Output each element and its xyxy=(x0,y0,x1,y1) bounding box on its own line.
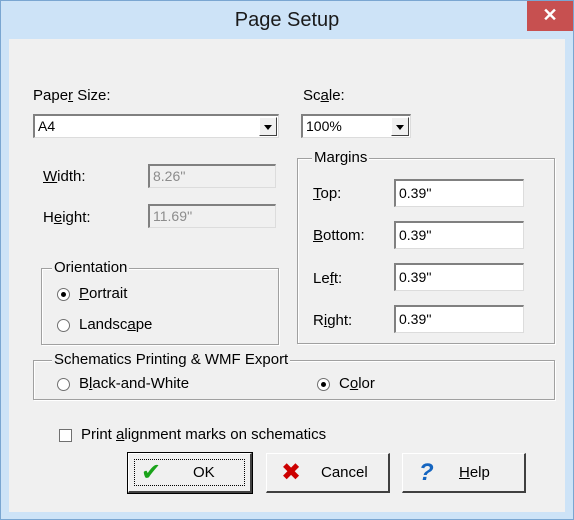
checkmark-icon: ✔ xyxy=(141,459,162,486)
help-button-label: Help xyxy=(459,464,490,481)
paper-size-value: A4 xyxy=(38,118,56,134)
title-bar[interactable]: Page Setup ✕ xyxy=(1,1,573,39)
margin-top-label: Top: xyxy=(313,185,342,202)
margin-right-field[interactable]: 0.39'' xyxy=(394,305,524,333)
chevron-down-icon[interactable] xyxy=(259,117,277,136)
chevron-down-icon[interactable] xyxy=(391,117,409,136)
black-and-white-radio[interactable] xyxy=(57,378,70,391)
dialog-title: Page Setup xyxy=(234,9,340,31)
margin-left-field[interactable]: 0.39'' xyxy=(394,263,524,291)
height-field[interactable]: 11.69'' xyxy=(148,204,276,228)
schematics-legend: Schematics Printing & WMF Export xyxy=(52,351,291,368)
close-button[interactable]: ✕ xyxy=(527,1,573,31)
page-setup-dialog: Page Setup ✕ Paper Size: A4 Scale: 100% … xyxy=(0,0,574,520)
margin-bottom-label: Bottom: xyxy=(313,227,365,244)
black-and-white-label[interactable]: Black-and-White xyxy=(79,375,189,392)
orientation-legend: Orientation xyxy=(52,259,130,276)
margins-legend: Margins xyxy=(312,149,370,166)
cancel-button-label: Cancel xyxy=(321,464,368,481)
landscape-label[interactable]: Landscape xyxy=(79,316,152,333)
alignment-marks-label[interactable]: Print alignment marks on schematics xyxy=(81,426,326,443)
cross-icon: ✖ xyxy=(281,459,302,486)
margin-bottom-field[interactable]: 0.39'' xyxy=(394,221,524,249)
cancel-button[interactable]: ✖ Cancel xyxy=(266,453,390,493)
orientation-group: Orientation xyxy=(41,259,279,345)
color-label[interactable]: Color xyxy=(339,375,375,392)
margin-left-label: Left: xyxy=(313,270,343,287)
width-label: Width: xyxy=(43,168,86,185)
alignment-marks-checkbox[interactable] xyxy=(59,429,72,442)
ok-button[interactable]: ✔ OK xyxy=(127,452,253,494)
dialog-body: Paper Size: A4 Scale: 100% Width: 8.26''… xyxy=(9,39,565,512)
scale-select[interactable]: 100% xyxy=(301,114,411,138)
height-label: Height: xyxy=(43,209,91,226)
paper-size-select[interactable]: A4 xyxy=(33,114,279,138)
portrait-label[interactable]: Portrait xyxy=(79,285,127,302)
close-icon: ✕ xyxy=(542,5,558,25)
margin-top-field[interactable]: 0.39'' xyxy=(394,179,524,207)
margin-right-label: Right: xyxy=(313,312,353,329)
width-field[interactable]: 8.26'' xyxy=(148,164,276,188)
landscape-radio[interactable] xyxy=(57,319,70,332)
help-button[interactable]: ? Help xyxy=(402,453,526,493)
help-icon: ? xyxy=(419,459,434,486)
paper-size-label: Paper Size: xyxy=(33,87,111,104)
scale-label: Scale: xyxy=(303,87,345,104)
color-radio[interactable] xyxy=(317,378,330,391)
ok-button-label: OK xyxy=(193,464,215,481)
portrait-radio[interactable] xyxy=(57,288,70,301)
scale-value: 100% xyxy=(306,118,342,134)
